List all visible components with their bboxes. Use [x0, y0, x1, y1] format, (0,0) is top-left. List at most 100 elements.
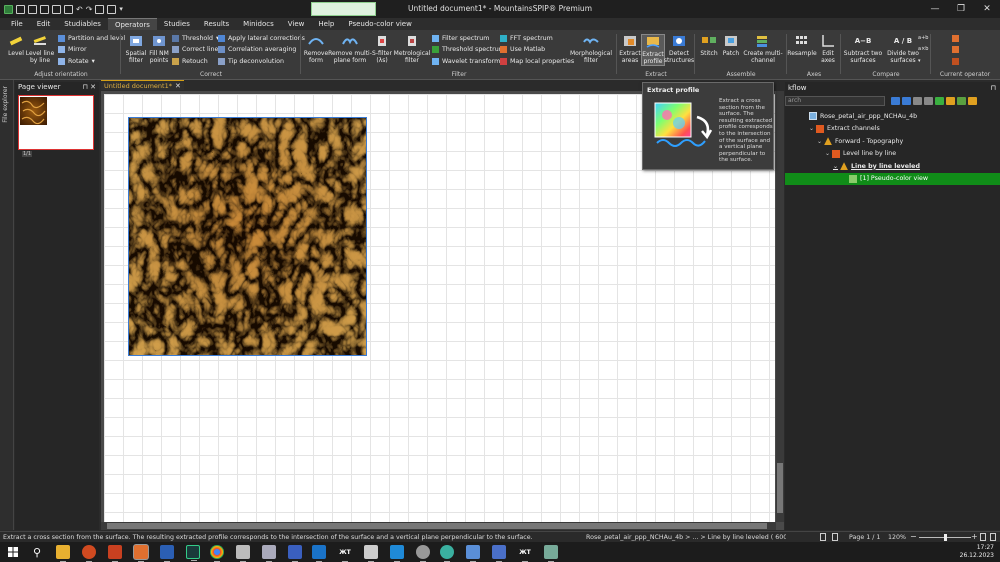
resample-button[interactable]: Resample [787, 34, 817, 57]
close-button[interactable]: ✕ [974, 0, 1000, 18]
metrological-filter-button[interactable]: Metrological filter [394, 34, 430, 64]
app-taskbar-icon-3[interactable] [236, 545, 250, 562]
subtract-two-surfaces-button[interactable]: A−B Subtract two surfaces [842, 34, 884, 64]
system-clock[interactable]: 17:27 26.12.2023 [960, 544, 994, 560]
close-tab-icon[interactable]: ✕ [175, 82, 181, 90]
tab-pseudo-color-view[interactable]: Pseudo-color view [341, 18, 418, 30]
stitch-button[interactable]: Stitch [698, 34, 720, 57]
partition-and-level-button[interactable]: Partition and level [58, 35, 125, 42]
customize-dropdown-icon[interactable]: ▾ [119, 5, 123, 13]
retouch-button[interactable]: Retouch [172, 58, 208, 65]
divide-two-surfaces-button[interactable]: A / B Divide two surfaces [884, 34, 922, 64]
teams-taskbar-icon[interactable] [492, 545, 506, 562]
threshold-button[interactable]: Threshold▾ [172, 35, 219, 42]
tree-node-source[interactable]: Rose_petal_air_ppp_NCHAu_4b [785, 110, 1000, 123]
fill-nm-points-button[interactable]: Fill NM points [148, 34, 170, 64]
rotate-button[interactable]: Rotate ▾ [58, 58, 95, 65]
app-taskbar-icon-10[interactable]: ЖТ [518, 545, 532, 562]
wavelet-transform-button[interactable]: Wavelet transform [432, 58, 500, 65]
level-line-by-line-button[interactable]: Level line by line [26, 34, 54, 64]
spatial-filter-button[interactable]: Spatial filter [124, 34, 148, 64]
studiable-icon[interactable] [946, 97, 955, 105]
fit-page-icon[interactable] [980, 533, 986, 541]
save-icon[interactable] [52, 4, 61, 14]
tab-minidocs[interactable]: Minidocs [236, 18, 281, 30]
extract-areas-button[interactable]: Extract areas [618, 34, 642, 64]
create-multi-channel-button[interactable]: Create multi- channel [742, 34, 784, 64]
horizontal-scrollbar[interactable] [101, 522, 776, 530]
pin-icon[interactable]: ⊓ [82, 83, 87, 91]
operator-icon[interactable] [957, 97, 966, 105]
tip-deconvolution-button[interactable]: Tip deconvolution [218, 58, 284, 65]
mirror-button[interactable]: Mirror [58, 46, 87, 53]
save-all-icon[interactable] [64, 4, 73, 14]
app-taskbar-icon-2[interactable] [186, 545, 200, 561]
word-taskbar-icon[interactable] [160, 545, 174, 562]
open-folder-icon[interactable] [40, 4, 49, 14]
remove-form-button[interactable]: Remove form [302, 34, 330, 64]
apply-lateral-corrections-button[interactable]: Apply lateral corrections [218, 35, 305, 42]
filter-spectrum-button[interactable]: Filter spectrum [432, 35, 489, 42]
tree-view-icon[interactable] [924, 97, 933, 105]
use-matlab-button[interactable]: Use Matlab [500, 46, 545, 53]
tab-help[interactable]: Help [311, 18, 341, 30]
list-view-icon[interactable] [913, 97, 922, 105]
outlook-taskbar-icon[interactable] [312, 545, 326, 562]
app-taskbar-icon-8[interactable] [416, 545, 430, 562]
extract-profile-button[interactable]: Extract profile [641, 34, 665, 66]
page-icon[interactable] [832, 533, 838, 541]
zoom-in-button[interactable]: + [971, 532, 978, 541]
app-taskbar-icon-9[interactable] [466, 545, 480, 562]
tab-operators[interactable]: Operators [107, 18, 157, 30]
mountains-spip-taskbar-icon[interactable] [134, 545, 148, 562]
tab-edit[interactable]: Edit [30, 18, 58, 30]
level-button[interactable]: Level [6, 34, 26, 57]
redo-icon[interactable]: ↷ [86, 5, 93, 14]
document-tab[interactable]: Untitled document1* ✕ [101, 80, 184, 90]
workflow-search-input[interactable]: arch [785, 96, 885, 106]
edit-axes-button[interactable]: Edit axes [818, 34, 838, 64]
tab-results[interactable]: Results [197, 18, 236, 30]
correlation-averaging-button[interactable]: Correlation averaging [218, 46, 296, 53]
tree-node-level-line-by-line[interactable]: ⌄ Level line by line [785, 148, 1000, 161]
expander-icon[interactable]: ⌄ [817, 138, 822, 145]
compare-small-2-icon[interactable]: a×b [918, 46, 928, 52]
zoom-slider[interactable] [919, 534, 971, 541]
tab-studies[interactable]: Studies [157, 18, 197, 30]
app-taskbar-icon-1[interactable] [108, 545, 122, 562]
file-explorer-taskbar-icon[interactable] [56, 545, 70, 562]
page-layout-icon[interactable] [820, 533, 826, 541]
current-op-2-icon[interactable] [952, 46, 959, 53]
tab-studiables[interactable]: Studiables [57, 18, 108, 30]
app-taskbar-icon-4[interactable] [262, 545, 276, 562]
tree-node-pseudo-color-view[interactable]: [1] Pseudo-color view [785, 172, 1000, 185]
current-op-3-icon[interactable] [952, 58, 959, 65]
compare-small-3-icon[interactable]: ▾ [918, 58, 921, 64]
tab-file[interactable]: File [4, 18, 30, 30]
page-thumbnail[interactable] [18, 95, 94, 150]
vertical-scrollbar[interactable] [776, 91, 784, 522]
new-document-icon[interactable] [16, 4, 25, 14]
restore-button[interactable]: ❐ [948, 0, 974, 18]
s-filter-button[interactable]: S-filter (λs) [370, 34, 394, 64]
tree-node-forward-topography[interactable]: ⌄ Forward - Topography [785, 135, 1000, 148]
threshold-spectrum-button[interactable]: Threshold spectrum [432, 46, 505, 53]
refresh-icon[interactable] [935, 97, 944, 105]
arrow-left-icon[interactable] [891, 97, 900, 105]
undo-icon[interactable]: ↶ [76, 5, 83, 14]
app-taskbar-icon-5[interactable] [288, 545, 302, 562]
tab-view[interactable]: View [281, 18, 312, 30]
new-file-icon[interactable] [28, 4, 37, 14]
vscode-taskbar-icon[interactable] [390, 545, 404, 562]
detect-structures-button[interactable]: Detect structures [664, 34, 694, 64]
print-icon[interactable] [95, 4, 105, 14]
minimize-button[interactable]: — [922, 0, 948, 18]
close-icon[interactable]: ✕ [90, 83, 96, 91]
fft-spectrum-button[interactable]: FFT spectrum [500, 35, 553, 42]
edge-taskbar-icon[interactable] [440, 545, 454, 562]
fit-width-icon[interactable] [990, 533, 996, 541]
horizontal-scroll-thumb[interactable] [107, 523, 767, 529]
map-local-properties-button[interactable]: Map local properties [500, 58, 574, 65]
current-op-1-icon[interactable] [952, 35, 959, 42]
app-taskbar-icon-6[interactable]: ЖТ [338, 545, 352, 562]
